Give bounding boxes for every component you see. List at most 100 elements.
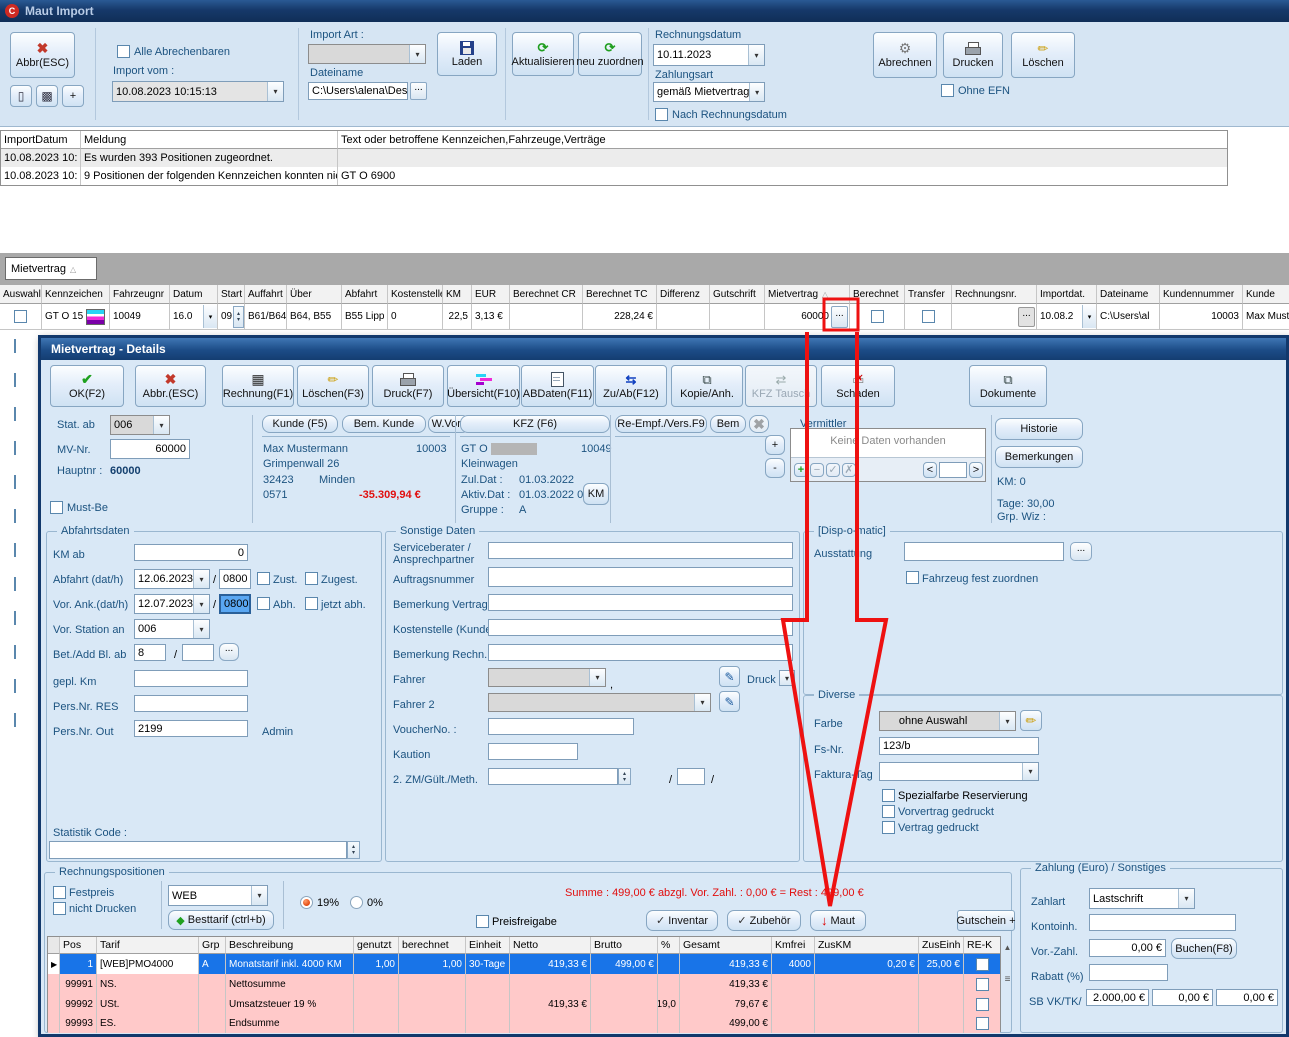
zm-input[interactable] — [488, 768, 618, 785]
brutto-col[interactable]: Brutto — [591, 937, 658, 954]
vor-zahl-input[interactable]: 0,00 € — [1089, 939, 1166, 957]
fahrzeug-fest-checkbox[interactable] — [906, 571, 919, 584]
genutzt-col[interactable]: genutzt — [354, 937, 399, 954]
col-kennzeichen[interactable]: Kennzeichen — [42, 285, 110, 304]
col-berechnet-tc[interactable]: Berechnet TC — [583, 285, 657, 304]
bem-kunde-button[interactable]: Bem. Kunde — [342, 415, 426, 433]
kontoinh-input[interactable] — [1089, 914, 1236, 931]
ok-button[interactable]: OK(F2) — [50, 365, 124, 407]
row-select-checkbox[interactable] — [14, 611, 16, 625]
zuseinh-col[interactable]: ZusEinh — [919, 937, 964, 954]
dateiname-browse-button[interactable] — [410, 82, 427, 100]
datum-combo[interactable]: 16.0 — [170, 304, 218, 329]
col-auswahl[interactable]: Auswahl — [0, 285, 42, 304]
mwst0-radio[interactable] — [350, 896, 363, 909]
rek-col[interactable]: RE-K — [964, 937, 1000, 954]
col-fahrzeugnr[interactable]: Fahrzeugnr — [110, 285, 170, 304]
loeschen-button[interactable]: Löschen — [1011, 32, 1075, 78]
domino-filled-button[interactable] — [36, 85, 58, 107]
message-row[interactable]: 10.08.2023 10: Es wurden 393 Positionen … — [1, 149, 1227, 167]
domino-empty-button[interactable] — [10, 85, 32, 107]
col-berechnet-cr[interactable]: Berechnet CR — [510, 285, 583, 304]
position-row[interactable]: 99992 USt. Umsatzsteuer 19 % 419,33 € 19… — [48, 994, 1000, 1014]
nav-prev-button[interactable]: < — [923, 462, 937, 478]
vor-ank-zeit-input[interactable]: 0800 — [219, 594, 251, 614]
dokumente-button[interactable]: Dokumente — [969, 365, 1047, 407]
loeschen-f3-button[interactable]: Löschen(F3) — [297, 365, 369, 407]
fs-nr-input[interactable]: 123/b — [879, 737, 1039, 755]
row-select-checkbox[interactable] — [14, 509, 16, 523]
assign-driver-button[interactable] — [719, 666, 740, 687]
nach-rechnungsdatum-checkbox[interactable] — [655, 108, 668, 121]
mietvertrag-details-button[interactable] — [831, 306, 848, 328]
re-empf-button[interactable]: Re-Empf./Vers.F9 — [615, 415, 707, 433]
group-by-mietvertrag[interactable]: Mietvertrag — [5, 257, 97, 280]
aktualisieren-button[interactable]: Aktualisieren — [512, 32, 574, 76]
inventar-button[interactable]: ✓Inventar — [646, 910, 718, 931]
vermittler-remove-button[interactable]: - — [765, 458, 785, 478]
abort-button[interactable]: Abbr(ESC) — [10, 32, 75, 78]
druck-mini-combo[interactable] — [779, 670, 795, 686]
bem-button[interactable]: Bem — [710, 415, 746, 433]
abfahrt-datum-combo[interactable]: 12.06.2023 — [134, 569, 210, 589]
vermittler-listbox[interactable]: Keine Daten vorhanden + − ✓ ✗ < > — [790, 428, 986, 482]
table-row[interactable]: GT O 15 10049 16.0 09 B61/B64 B64, B55 B… — [0, 304, 1289, 330]
grp-col[interactable]: Grp — [199, 937, 226, 954]
rechnungsdatum-combo[interactable]: 10.11.2023 — [653, 44, 765, 66]
row-select-checkbox[interactable] — [14, 679, 16, 693]
km-ab-input[interactable]: 0 — [134, 544, 248, 561]
gepl-km-input[interactable] — [134, 670, 248, 687]
farbe-combo[interactable]: ohne Auswahl — [879, 711, 1016, 731]
persnr-out-input[interactable]: 2199 — [134, 720, 248, 737]
serviceberater-input[interactable] — [488, 542, 793, 559]
gesamt-col[interactable]: Gesamt — [680, 937, 772, 954]
row-select-checkbox[interactable] — [14, 373, 16, 387]
sb-vk-input[interactable]: 2.000,00 € — [1086, 989, 1149, 1006]
kostenstelle-kunde-input[interactable] — [488, 619, 793, 636]
fahrer2-combo[interactable] — [488, 693, 711, 712]
bet-input[interactable]: 8 — [134, 644, 166, 661]
position-row-selected[interactable]: 1 [WEB]PMO4000 A Monatstarif inkl. 4000 … — [48, 954, 1000, 974]
col-transfer[interactable]: Transfer — [905, 285, 952, 304]
farbe-picker-button[interactable] — [1020, 710, 1042, 731]
col-mietvertrag[interactable]: Mietvertrag — [765, 285, 850, 304]
ausstattung-input[interactable] — [904, 542, 1064, 561]
zubehoer-button[interactable]: ✓Zubehör — [727, 910, 801, 931]
preisfreigabe-checkbox[interactable] — [476, 915, 489, 928]
col-abfahrt[interactable]: Abfahrt — [342, 285, 388, 304]
bemerkungen-button[interactable]: Bemerkungen — [995, 446, 1083, 468]
buchen-button[interactable]: Buchen(F8) — [1171, 938, 1237, 959]
beschreibung-col[interactable]: Beschreibung — [226, 937, 354, 954]
fahrer-combo[interactable] — [488, 668, 606, 687]
zm-spinner[interactable] — [618, 768, 631, 785]
plus-button[interactable]: + — [62, 85, 84, 107]
kmfrei-col[interactable]: Kmfrei — [772, 937, 815, 954]
kopie-anh-button[interactable]: Kopie/Anh. — [671, 365, 743, 407]
bet-browse-button[interactable] — [219, 643, 239, 661]
maut-button[interactable]: Maut — [810, 910, 866, 931]
abrechnen-button[interactable]: Abrechnen — [873, 32, 937, 78]
col-importdat[interactable]: Importdat. — [1037, 285, 1097, 304]
abdaten-button[interactable]: ABDaten(F11) — [521, 365, 594, 407]
importdat-combo[interactable]: 10.08.2 — [1037, 304, 1097, 329]
gutschein-button[interactable]: Gutschein + — [957, 910, 1015, 931]
abort-button[interactable]: Abbr.(ESC) — [135, 365, 206, 407]
drucken-button[interactable]: Drucken — [943, 32, 1003, 78]
spezialfarbe-checkbox[interactable] — [882, 789, 895, 802]
rechnungsnr-browse-button[interactable] — [1018, 307, 1035, 327]
col-kostenstelle[interactable]: Kostenstelle — [388, 285, 443, 304]
schaden-button[interactable]: Schaden — [821, 365, 895, 407]
neu-zuordnen-button[interactable]: neu zuordnen — [578, 32, 642, 76]
bemerkung-vertrag-input[interactable] — [488, 594, 793, 611]
col-auffahrt[interactable]: Auffahrt — [245, 285, 287, 304]
zugest-checkbox[interactable] — [305, 572, 318, 585]
col-eur[interactable]: EUR — [472, 285, 510, 304]
vorvertrag-checkbox[interactable] — [882, 805, 895, 818]
druck-f7-button[interactable]: Druck(F7) — [372, 365, 444, 407]
mv-nr-input[interactable]: 60000 — [110, 439, 190, 459]
row-select-checkbox[interactable] — [14, 577, 16, 591]
einheit-col[interactable]: Einheit — [466, 937, 510, 954]
import-vom-combo[interactable]: 10.08.2023 10:15:13 — [112, 81, 284, 102]
zu-ab-button[interactable]: Zu/Ab(F12) — [595, 365, 667, 407]
col-kundennummer[interactable]: Kundennummer — [1160, 285, 1243, 304]
